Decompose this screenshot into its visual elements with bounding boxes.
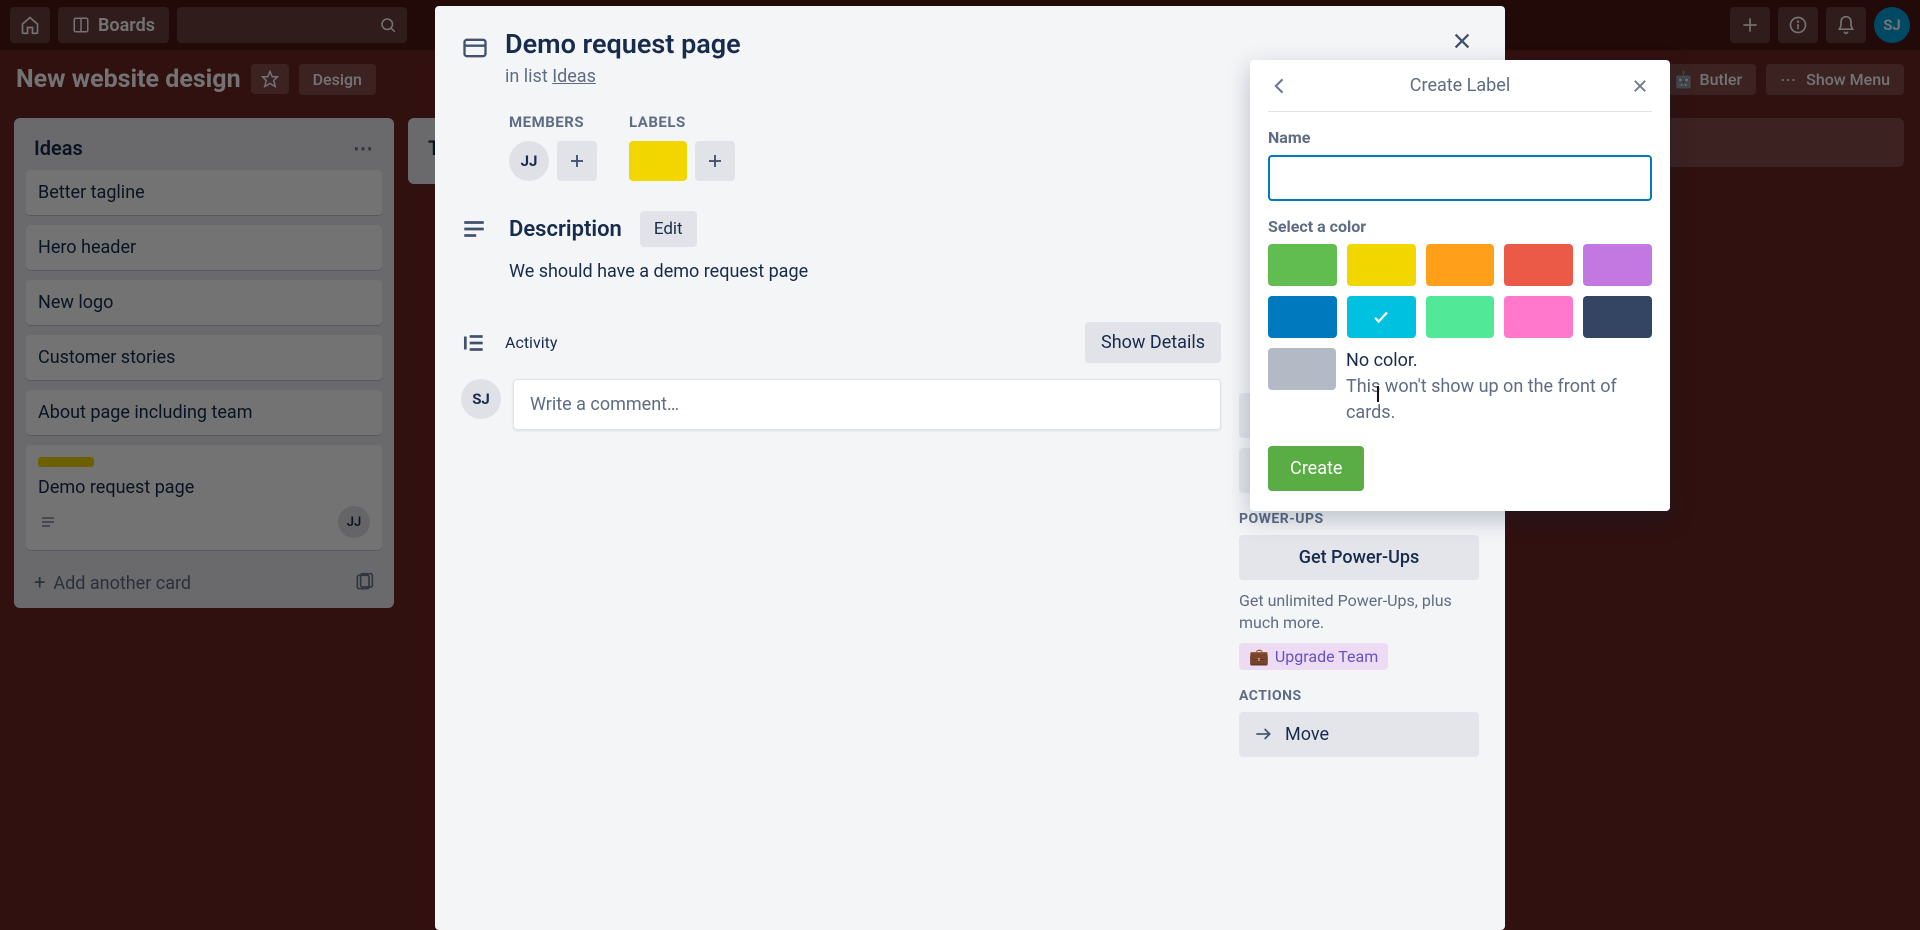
description-text[interactable]: We should have a demo request page — [509, 261, 1221, 282]
color-swatch[interactable] — [1347, 296, 1416, 338]
powerups-heading: POWER-UPS — [1239, 511, 1479, 527]
select-color-label: Select a color — [1268, 217, 1652, 236]
members-label: MEMBERS — [509, 113, 597, 131]
card-modal-subtitle: in list Ideas — [505, 66, 741, 87]
color-swatch[interactable] — [1268, 296, 1337, 338]
list-link[interactable]: Ideas — [552, 66, 596, 87]
popover-title: Create Label — [1410, 75, 1510, 96]
no-color-title: No color. — [1346, 350, 1418, 371]
edit-description-button[interactable]: Edit — [640, 211, 697, 247]
back-icon[interactable] — [1264, 70, 1296, 102]
create-button[interactable]: Create — [1268, 446, 1364, 491]
show-details-button[interactable]: Show Details — [1085, 322, 1221, 363]
create-label-popover: Create Label Name Select a color No colo… — [1250, 60, 1670, 511]
no-color-sub: This won't show up on the front of cards… — [1346, 376, 1617, 423]
add-label-button[interactable] — [695, 141, 735, 181]
color-swatch[interactable] — [1268, 244, 1337, 286]
label-name-input[interactable] — [1268, 155, 1652, 201]
powerups-note: Get unlimited Power-Ups, plus much more. — [1239, 590, 1479, 635]
text-cursor-icon: I — [1375, 383, 1381, 408]
color-swatch[interactable] — [1426, 244, 1495, 286]
name-label: Name — [1268, 128, 1652, 147]
color-swatch[interactable] — [1504, 296, 1573, 338]
close-icon[interactable] — [1624, 70, 1656, 102]
comment-avatar: SJ — [461, 379, 501, 419]
color-swatch[interactable] — [1504, 244, 1573, 286]
color-swatch[interactable] — [1426, 296, 1495, 338]
close-icon[interactable] — [1441, 20, 1483, 62]
card-icon — [461, 34, 489, 87]
get-powerups-button[interactable]: Get Power-Ups — [1239, 535, 1479, 580]
color-swatch[interactable] — [1583, 296, 1652, 338]
label-yellow[interactable] — [629, 141, 687, 181]
member-avatar[interactable]: JJ — [509, 141, 549, 181]
activity-heading: Activity — [505, 333, 557, 352]
color-swatch[interactable] — [1583, 244, 1652, 286]
activity-icon — [461, 330, 487, 356]
color-swatch[interactable] — [1347, 244, 1416, 286]
comment-input[interactable]: Write a comment… — [513, 379, 1221, 430]
move-button[interactable]: Move — [1239, 712, 1479, 757]
upgrade-team-button[interactable]: 💼 Upgrade Team — [1239, 643, 1388, 670]
actions-heading: ACTIONS — [1239, 688, 1479, 704]
card-modal-title[interactable]: Demo request page — [505, 28, 741, 60]
no-color-swatch[interactable] — [1268, 348, 1336, 390]
description-icon — [461, 216, 491, 242]
labels-header: LABELS — [629, 113, 735, 131]
briefcase-icon: 💼 — [1249, 647, 1269, 666]
description-heading: Description — [509, 217, 622, 242]
add-member-button[interactable] — [557, 141, 597, 181]
